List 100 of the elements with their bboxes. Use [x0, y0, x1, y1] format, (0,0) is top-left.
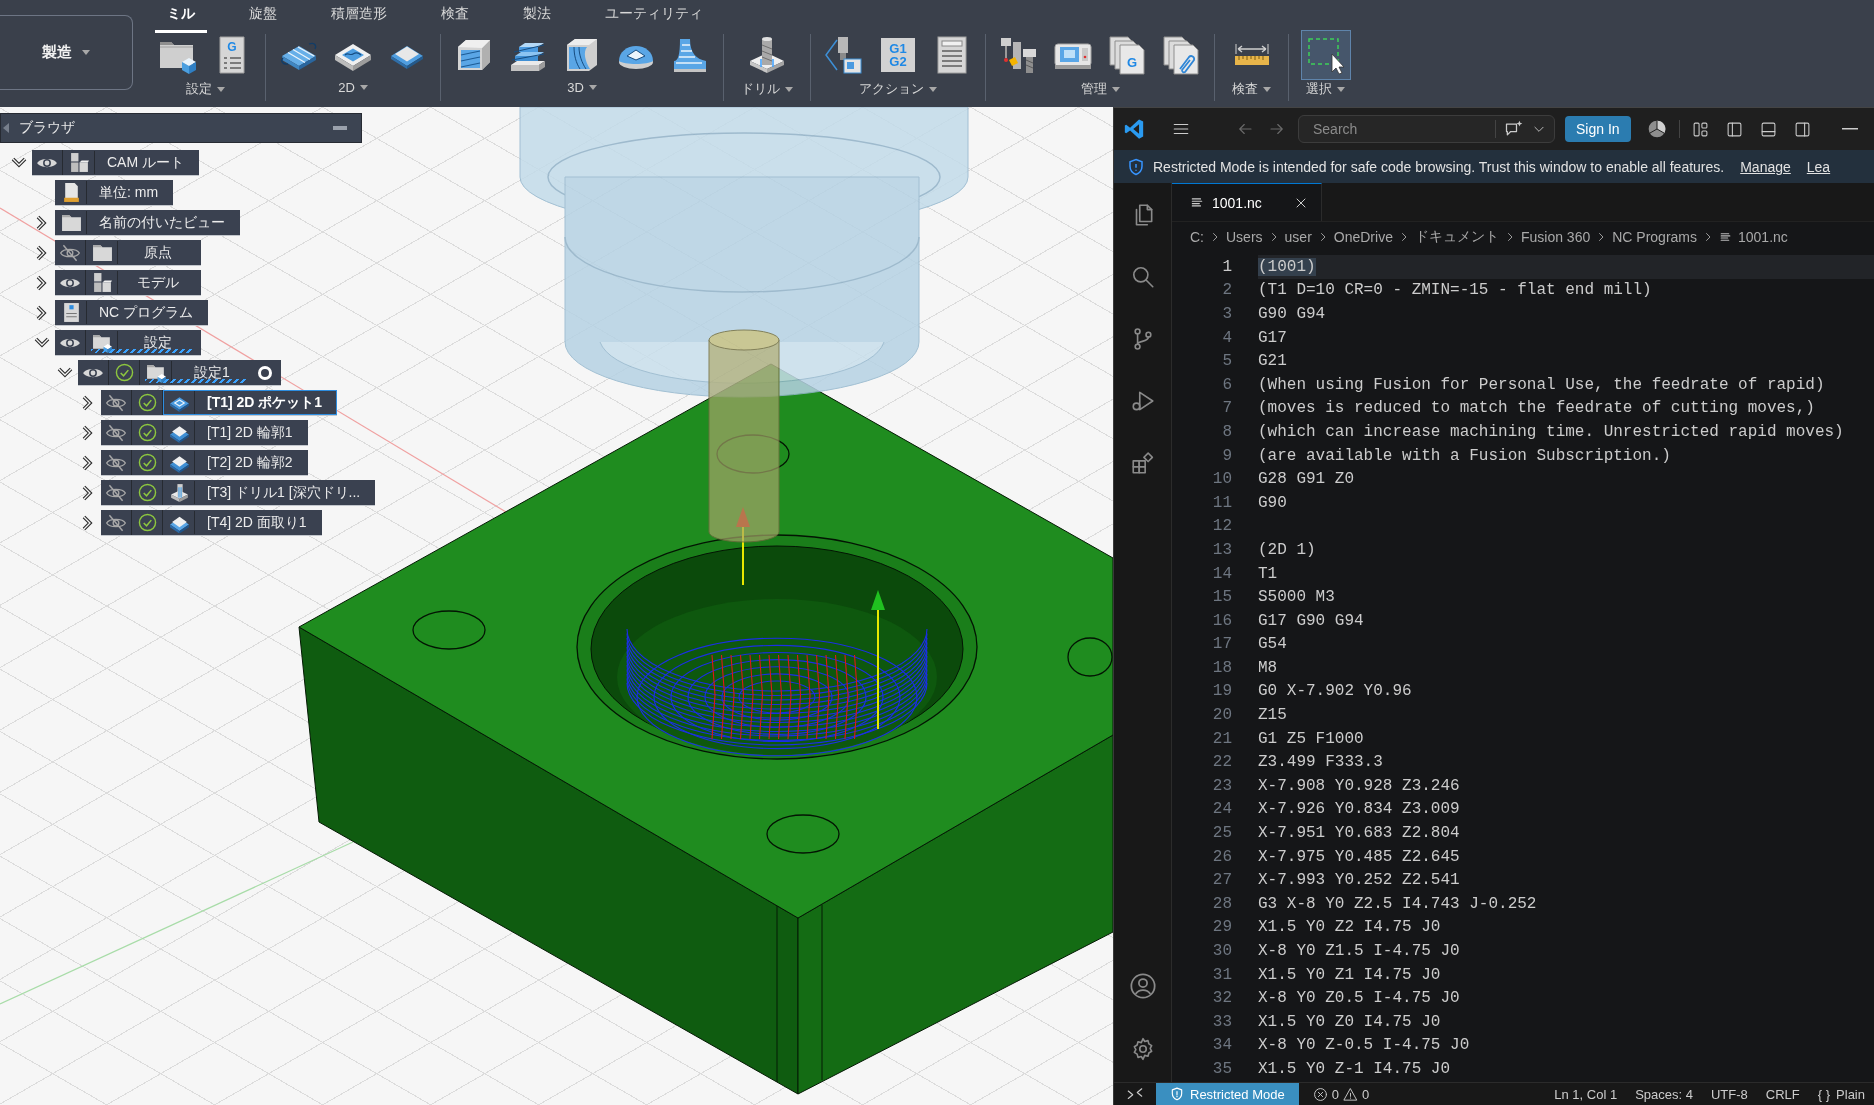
toolbar-tab[interactable]: ユーティリティ	[593, 0, 715, 33]
panel-bottom-icon[interactable]	[1759, 120, 1777, 138]
sign-in-button[interactable]: Sign In	[1565, 116, 1631, 142]
minimize-icon[interactable]	[1841, 128, 1858, 130]
chevron-right-icon[interactable]	[82, 424, 94, 441]
chevron-right-icon[interactable]	[82, 394, 94, 411]
line-number: 13	[1211, 540, 1233, 559]
banner-message: Restricted Mode is intended for safe code browsing. Trust this window to enable all features.	[1153, 158, 1725, 175]
chevron-right-icon[interactable]	[82, 514, 94, 531]
tree-item[interactable]: [T4] 2D 面取り1	[101, 510, 322, 535]
tree-item[interactable]: NC プログラム	[55, 300, 209, 325]
tool-group-menu[interactable]: ドリル	[737, 78, 797, 100]
language-mode-button[interactable]: { } Plain	[1808, 1083, 1874, 1105]
tool-group-menu[interactable]: アクション	[855, 78, 941, 100]
code-line: X-7.908 Y0.928 Z3.246	[1258, 776, 1460, 795]
caret-icon	[785, 86, 793, 92]
tree-item[interactable]: [T1] 2D ポケット1	[101, 390, 338, 415]
folder-icon	[60, 212, 82, 233]
tree-item[interactable]: [T2] 2D 輪郭2	[101, 450, 308, 475]
chevron-down-icon[interactable]	[57, 366, 73, 379]
folder-icon	[91, 242, 113, 263]
layout-grid-icon[interactable]	[1691, 120, 1709, 138]
sidebar-left-icon[interactable]	[1725, 120, 1743, 138]
caret-icon	[359, 85, 368, 90]
breadcrumb-item[interactable]: 1001.nc	[1719, 229, 1788, 245]
account-icon[interactable]	[1128, 972, 1157, 1000]
tree-item[interactable]: [T3] ドリル1 [深穴ドリ...	[101, 480, 376, 505]
tree-item[interactable]: 名前の付いたビュー	[55, 210, 240, 235]
line-number: 22	[1211, 753, 1233, 772]
tool-group-menu[interactable]: 設定	[181, 78, 229, 100]
line-number: 35	[1211, 1060, 1233, 1078]
tree-item[interactable]: 設定	[55, 330, 201, 355]
cutting-tools-icon[interactable]	[999, 35, 1039, 75]
drilled-block-icon[interactable]	[747, 35, 787, 75]
search-input[interactable]: Search	[1313, 121, 1487, 137]
drilled-block-icon	[168, 482, 190, 503]
chevron-right-icon[interactable]	[82, 484, 94, 501]
chevron-down-icon[interactable]	[34, 336, 50, 349]
ring-icon[interactable]	[257, 364, 273, 381]
breadcrumb-item[interactable]: ドキュメント	[1414, 228, 1499, 246]
collapse-arrow-icon[interactable]	[3, 123, 9, 133]
line-number: 7	[1221, 399, 1233, 418]
code-line: G17	[1258, 328, 1287, 347]
restricted-mode-button[interactable]: Restricted Mode	[1156, 1083, 1299, 1105]
status-item[interactable]: Spaces: 4	[1626, 1083, 1702, 1105]
extensions-icon[interactable]	[1129, 450, 1156, 476]
sidebar-right-icon[interactable]	[1793, 120, 1811, 138]
banner-link[interactable]: Lea	[1806, 158, 1831, 175]
code-line: X-8 Y0 Z1.5 I-4.75 J0	[1258, 942, 1460, 960]
chevron-right-icon[interactable]	[36, 304, 48, 321]
status-item[interactable]: CRLF	[1756, 1083, 1809, 1105]
chevron-down-icon[interactable]	[11, 156, 27, 169]
line-number: 24	[1211, 800, 1233, 819]
breadcrumb-item[interactable]: OneDrive	[1333, 229, 1393, 245]
workspace-menu-button[interactable]: 製造	[0, 15, 133, 90]
breadcrumb-item[interactable]: C:	[1190, 229, 1204, 245]
search-box[interactable]: Search	[1298, 115, 1555, 143]
tool-group-menu[interactable]: 検査	[1228, 78, 1275, 100]
code-line: M8	[1258, 658, 1278, 677]
status-item[interactable]: UTF-8	[1702, 1083, 1757, 1105]
toolbar-tab[interactable]: 旋盤	[237, 0, 289, 33]
chevron-right-icon[interactable]	[36, 214, 48, 231]
paperclip-documents-icon[interactable]	[1161, 35, 1201, 75]
banner-link[interactable]: Manage	[1740, 158, 1791, 175]
code-line: X1.5 Y0 Z-1 I4.75 J0	[1258, 1060, 1451, 1078]
line-number: 34	[1211, 1036, 1233, 1055]
tool-group-menu[interactable]: 管理	[1076, 78, 1124, 100]
status-item[interactable]: Ln 1, Col 1	[1545, 1083, 1627, 1105]
tree-item[interactable]: モデル	[55, 270, 201, 295]
code-line: (2D 1)	[1258, 540, 1316, 559]
chevron-right-icon[interactable]	[82, 454, 94, 471]
toolbar-tab[interactable]: ミル	[155, 0, 207, 33]
tool-group-menu[interactable]: 2D	[334, 78, 372, 97]
tool-group-menu[interactable]: 3D	[563, 78, 601, 97]
problems-button[interactable]: 0 0	[1308, 1083, 1374, 1105]
tool-group-menu[interactable]: 選択	[1302, 78, 1349, 100]
tree-item[interactable]: 原点	[55, 240, 201, 265]
folder-cube-icon	[145, 362, 167, 383]
breadcrumb-item[interactable]: NC Programs	[1612, 229, 1697, 245]
toolbar-tab[interactable]: 製法	[511, 0, 563, 33]
chevron-right-icon[interactable]	[36, 244, 48, 261]
editor-tab[interactable]: 1001.nc	[1172, 183, 1322, 221]
breadcrumb-item[interactable]: user	[1284, 229, 1312, 245]
caret-icon	[216, 86, 225, 92]
code-line: G21	[1258, 352, 1287, 371]
spindle-machine-icon[interactable]	[824, 35, 864, 75]
tree-item[interactable]: CAM ルート	[32, 150, 199, 175]
toolbar-tab[interactable]: 検査	[429, 0, 481, 33]
tree-item[interactable]: 単位: mm	[55, 180, 174, 205]
toolbar-tab[interactable]: 積層造形	[319, 0, 399, 33]
chevron-right-icon[interactable]	[36, 274, 48, 291]
tree-item[interactable]: [T1] 2D 輪郭1	[101, 420, 308, 445]
tree-item[interactable]: 設定1	[78, 360, 281, 385]
breadcrumb-item[interactable]: Users	[1226, 229, 1263, 245]
breadcrumb-item[interactable]: Fusion 360	[1520, 229, 1591, 245]
line-number: 20	[1211, 706, 1233, 725]
faceted-circle-icon[interactable]	[1646, 119, 1667, 139]
selection-box-icon[interactable]	[1301, 31, 1350, 79]
caret-icon	[929, 86, 937, 92]
code-line: X-8 Y0 Z-0.5 I-4.75 J0	[1258, 1036, 1470, 1055]
